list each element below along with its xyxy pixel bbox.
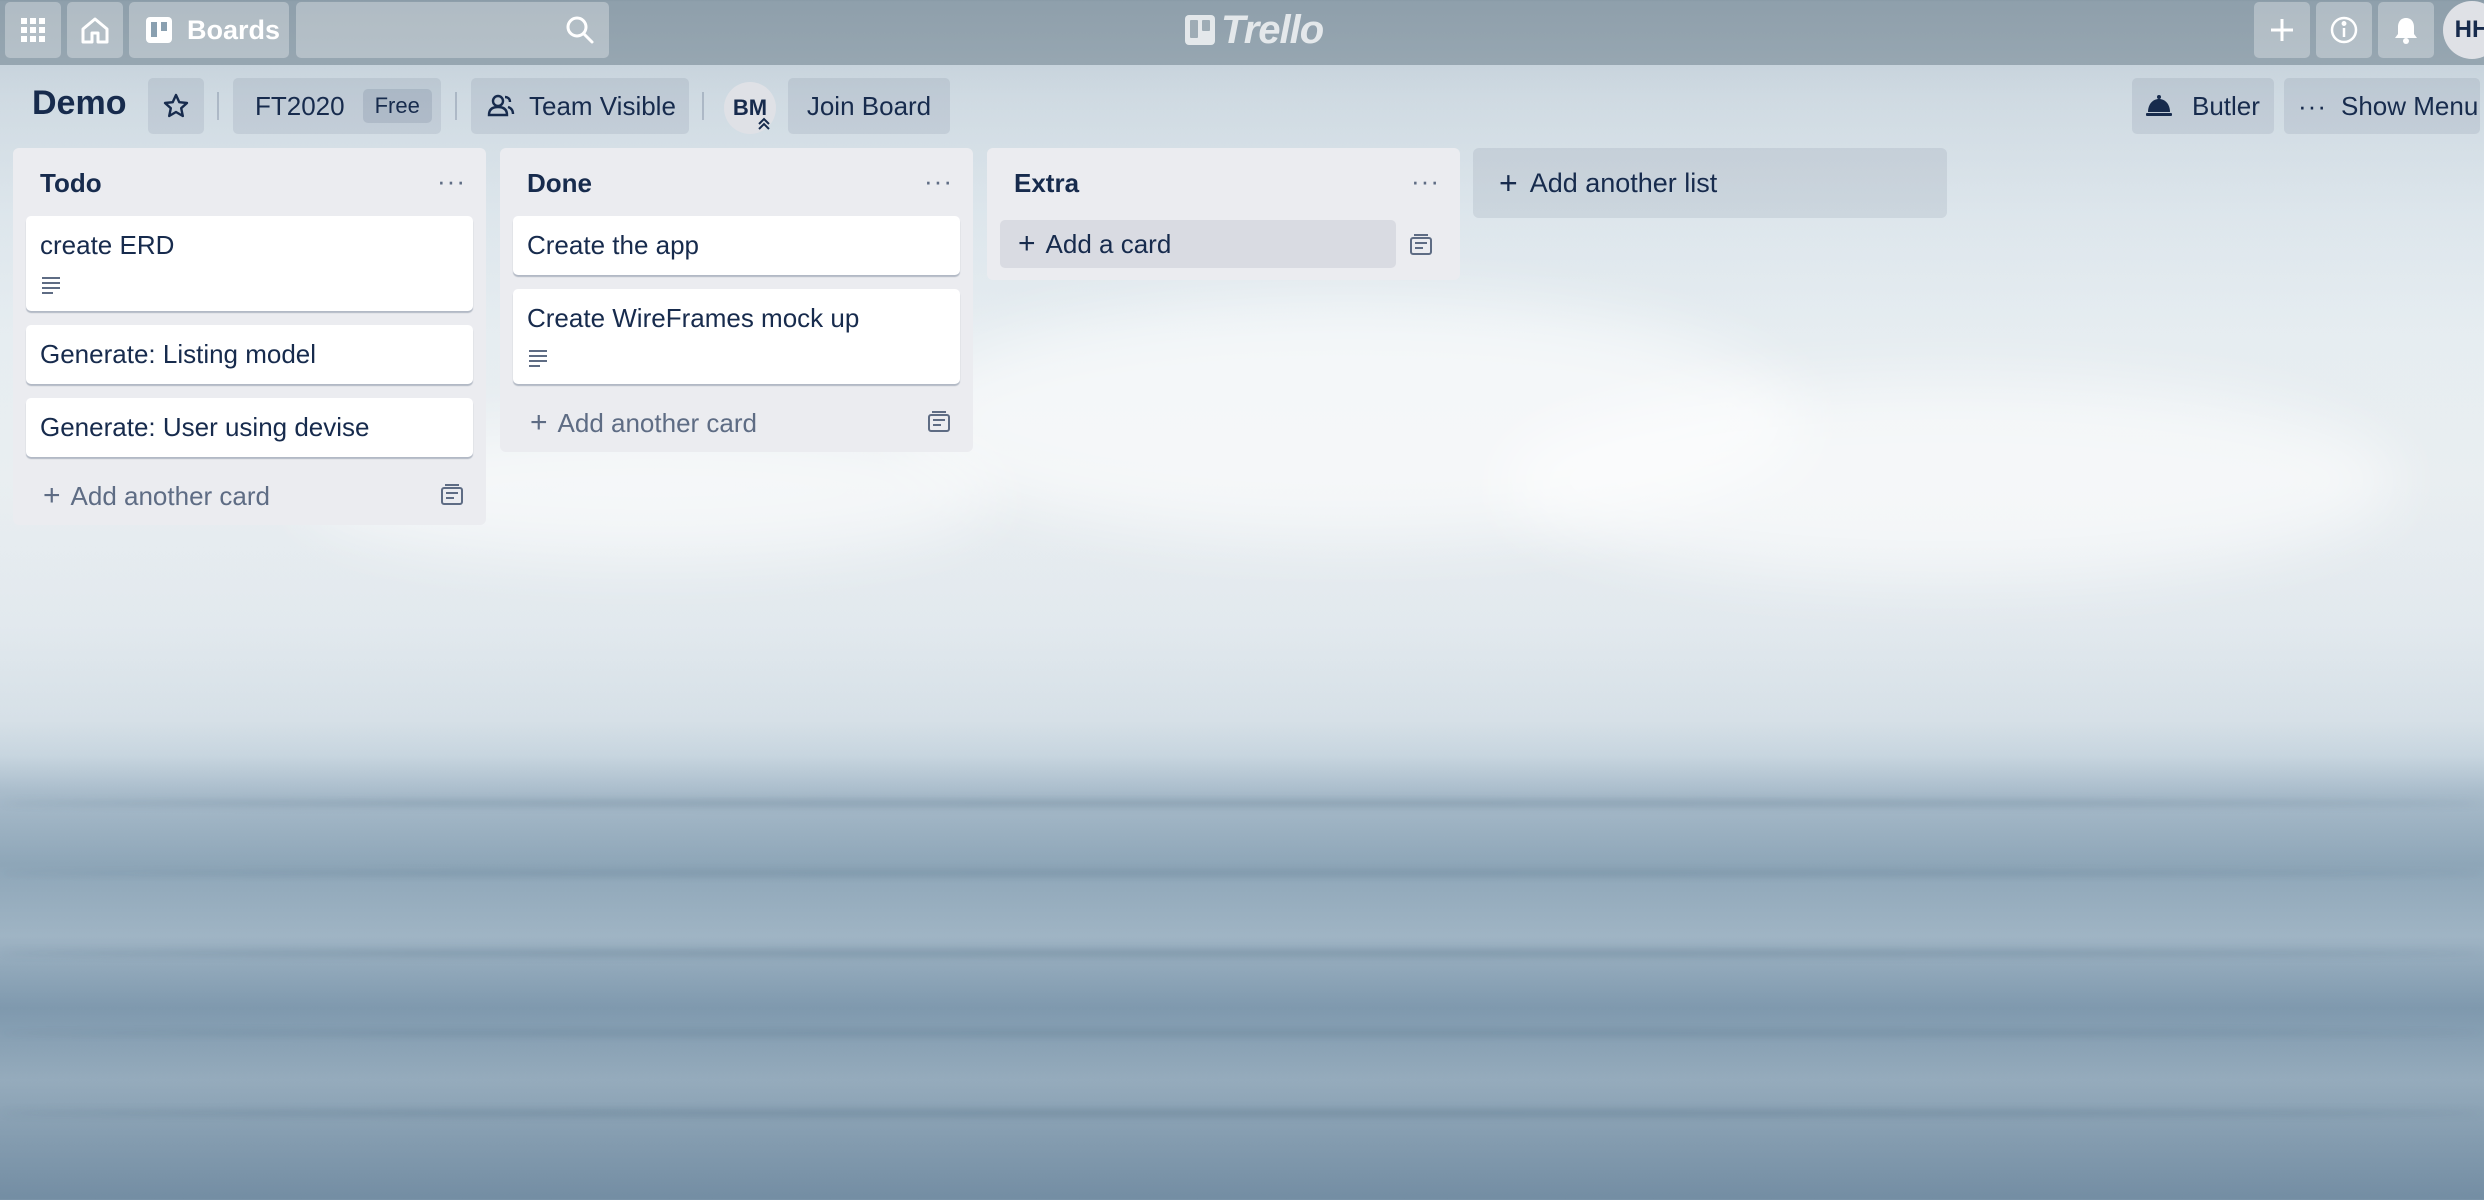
list-done: Done ··· Create the app Create WireFrame… [500, 148, 973, 452]
description-badge [40, 271, 459, 297]
plus-icon: + [530, 406, 548, 439]
add-card-label: Add another card [557, 407, 757, 438]
card[interactable]: Generate: Listing model [26, 325, 473, 384]
star-icon [163, 93, 189, 118]
list-header: Todo ··· [13, 148, 486, 216]
add-card-button[interactable]: + Add another card [13, 467, 486, 525]
card-template-icon[interactable] [440, 484, 464, 506]
add-card-button[interactable]: + Add another card [500, 394, 973, 452]
background-wave [0, 950, 2484, 956]
header-divider [455, 92, 457, 120]
top-navigation-bar: Boards Trello HH [0, 0, 2484, 65]
info-button[interactable] [2316, 2, 2372, 58]
apps-grid-icon [21, 18, 45, 42]
list-header: Done ··· [500, 148, 973, 216]
card-template-icon[interactable] [927, 411, 951, 433]
list-menu-icon[interactable]: ··· [437, 166, 466, 197]
add-card-label: Add another card [70, 480, 270, 511]
card-title: Generate: User using devise [40, 412, 370, 442]
card[interactable]: Create the app [513, 216, 960, 275]
notifications-button[interactable] [2378, 2, 2434, 58]
search-input[interactable] [296, 2, 609, 58]
plus-icon [2271, 19, 2293, 41]
list-title[interactable]: Done [527, 168, 592, 199]
list-menu-icon[interactable]: ··· [924, 166, 953, 197]
trello-logo[interactable]: Trello [1185, 6, 1324, 54]
visibility-button[interactable]: Team Visible [471, 78, 689, 134]
bell-icon [2395, 18, 2417, 44]
join-board-button[interactable]: Join Board [788, 78, 950, 134]
create-button[interactable] [2254, 2, 2310, 58]
trello-logo-icon [1185, 15, 1215, 45]
background-wave [0, 1030, 2484, 1036]
header-divider [702, 92, 704, 120]
admin-chevron-icon [758, 117, 770, 130]
more-dots-icon: ··· [2298, 90, 2327, 121]
add-list-label: Add another list [1529, 167, 1718, 198]
board-icon [146, 17, 172, 43]
card-title: Create WireFrames mock up [527, 303, 860, 333]
info-icon [2330, 16, 2358, 44]
description-icon [42, 277, 60, 294]
home-icon [81, 17, 109, 44]
card-template-icon[interactable] [1409, 234, 1433, 256]
list-todo: Todo ··· create ERD Generate: Listing mo… [13, 148, 486, 525]
background-wave [0, 1110, 2484, 1116]
list-title[interactable]: Extra [1014, 168, 1079, 199]
add-card-label: Add a card [1045, 228, 1172, 259]
team-name: FT2020 [255, 90, 345, 121]
description-badge [527, 344, 946, 370]
board-title[interactable]: Demo [32, 84, 126, 123]
list-title[interactable]: Todo [40, 168, 102, 199]
star-board-button[interactable] [148, 78, 204, 134]
card-title: create ERD [40, 230, 175, 260]
list-menu-icon[interactable]: ··· [1411, 166, 1440, 197]
team-button[interactable]: FT2020 Free [233, 78, 441, 134]
list-extra: Extra ··· + Add a card [987, 148, 1460, 280]
search-icon[interactable] [565, 15, 595, 45]
show-menu-button[interactable]: ··· Show Menu [2284, 78, 2480, 134]
boards-label: Boards [187, 14, 281, 45]
description-icon [529, 350, 547, 367]
card[interactable]: Generate: User using devise [26, 398, 473, 457]
plus-icon: + [1499, 165, 1518, 201]
team-visible-icon [487, 94, 515, 117]
home-button[interactable] [67, 2, 123, 58]
trello-logo-text: Trello [1221, 7, 1324, 52]
show-menu-label: Show Menu [2340, 90, 2479, 121]
butler-bell-icon [2146, 95, 2172, 116]
user-avatar[interactable]: HH [2443, 1, 2484, 59]
list-header: Extra ··· [987, 148, 1460, 216]
card[interactable]: create ERD [26, 216, 473, 311]
card-title: Create the app [527, 230, 700, 260]
apps-button[interactable] [5, 2, 61, 58]
add-list-button[interactable]: + Add another list [1473, 148, 1947, 218]
add-card-button[interactable]: + Add a card [1000, 220, 1396, 268]
header-divider [217, 92, 219, 120]
boards-button[interactable]: Boards [129, 2, 289, 58]
join-board-label: Join Board [806, 90, 932, 121]
card-title: Generate: Listing model [40, 339, 317, 369]
plan-badge: Free [362, 89, 432, 123]
card[interactable]: Create WireFrames mock up [513, 289, 960, 384]
background-cloud [1500, 380, 2400, 580]
plus-icon: + [43, 479, 61, 512]
visibility-label: Team Visible [529, 90, 676, 121]
plus-icon: + [1018, 227, 1036, 260]
background-wave [0, 800, 2484, 806]
butler-button[interactable]: Butler [2132, 78, 2274, 134]
butler-label: Butler [2192, 90, 2260, 121]
background-wave [0, 870, 2484, 876]
